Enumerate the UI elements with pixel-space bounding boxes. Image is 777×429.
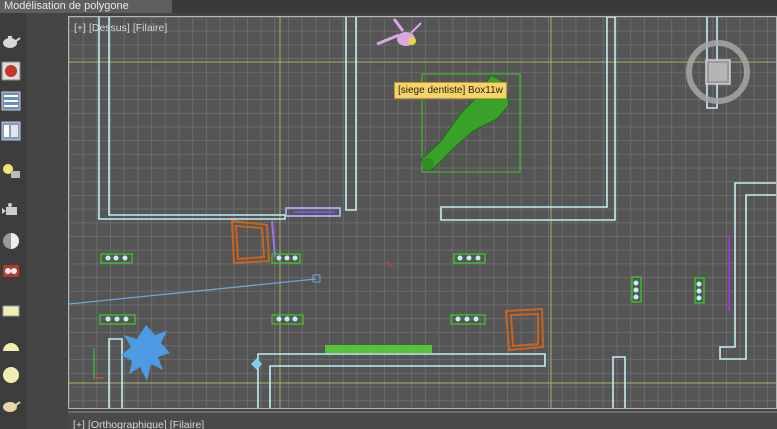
viewport-plus-menu[interactable]: [+] [74,22,86,34]
pivot-marker [251,358,262,370]
camera-target-line [69,278,317,305]
walls[interactable] [98,17,777,409]
viewport-label-top[interactable]: [+] [Dessus] [Filaire] [74,22,170,34]
viewport-view-menu[interactable]: [Dessus] [89,22,130,34]
light-icon[interactable] [0,159,22,183]
sphere-shaded-icon[interactable] [0,229,22,253]
teapot-small-icon[interactable] [0,393,22,417]
left-toolbar [0,13,27,429]
floor-plan-scene [69,17,777,409]
layer-manager-icon[interactable] [0,89,22,113]
viewport-plus-menu-bottom[interactable]: [+] [73,419,85,429]
ribbon-strip [172,0,777,13]
camera-icon[interactable] [0,199,22,223]
bench[interactable] [325,345,432,353]
sphere-icon[interactable] [0,363,22,387]
scene-explorer-icon[interactable] [0,119,22,143]
light-fixtures[interactable] [99,253,705,325]
side-table[interactable] [230,219,271,265]
viewport-view-menu-bottom[interactable]: [Orthographique] [88,419,167,429]
axis-gizmo [93,356,103,379]
app-window: Modélisation de polygone [+] [Dessus] [F… [0,0,777,429]
viewport-top[interactable]: [+] [Dessus] [Filaire] [68,16,777,409]
material-editor-icon[interactable] [0,59,22,83]
render-icon[interactable] [0,259,22,283]
toolbar-gutter [27,13,69,429]
small-marker [385,260,394,269]
potted-plant[interactable] [121,325,170,381]
box-primitive-icon[interactable] [0,299,22,323]
object-tooltip: [siege dentiste] Box11w [394,82,507,99]
person-figure[interactable] [376,18,422,46]
light-dots [105,255,702,322]
viewport-shading-menu-bottom[interactable]: [Filaire] [170,419,204,429]
teapot-icon[interactable] [0,29,22,53]
viewport-label-bottom[interactable]: [+] [Orthographique] [Filaire] [73,419,207,429]
viewcube[interactable] [685,39,751,105]
door-swing [271,220,276,258]
cabinet[interactable] [504,307,545,352]
half-sphere-icon[interactable] [0,333,22,357]
viewport-orthographic[interactable]: [+] [Orthographique] [Filaire] [68,411,777,429]
camera-target[interactable] [312,274,321,283]
ribbon-tab-polygon-modeling[interactable]: Modélisation de polygone [0,0,172,13]
viewport-shading-menu[interactable]: [Filaire] [133,22,167,34]
